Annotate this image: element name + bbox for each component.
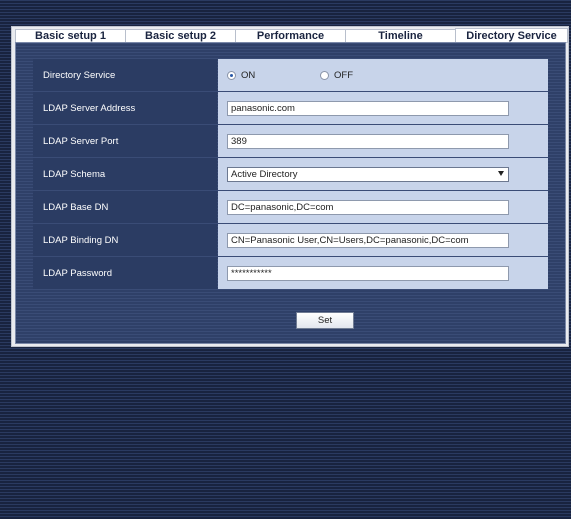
- radio-off-label: OFF: [334, 69, 353, 81]
- ldap-password-input[interactable]: ***********: [227, 265, 509, 281]
- ldap-schema-value: Active Directory: [218, 158, 548, 190]
- ldap-schema-select[interactable]: Active Directory: [227, 166, 509, 182]
- directory-service-row: Directory Service ON OFF: [33, 59, 548, 91]
- ldap-binding-dn-label: LDAP Binding DN: [33, 224, 217, 256]
- ldap-base-dn-value: DC=panasonic,DC=com: [218, 191, 548, 223]
- tab-bar: Basic setup 1 Basic setup 2 Performance …: [15, 28, 568, 43]
- ldap-server-port-input[interactable]: 389: [227, 133, 509, 149]
- ldap-server-address-value: panasonic.com: [218, 92, 548, 124]
- ldap-server-address-row: LDAP Server Address panasonic.com: [33, 92, 548, 124]
- ldap-server-address-label: LDAP Server Address: [33, 92, 217, 124]
- ldap-schema-label: LDAP Schema: [33, 158, 217, 190]
- ldap-binding-dn-row: LDAP Binding DN CN=Panasonic User,CN=Use…: [33, 224, 548, 256]
- ldap-password-value: ***********: [218, 257, 548, 289]
- ldap-password-label: LDAP Password: [33, 257, 217, 289]
- tab-timeline[interactable]: Timeline: [345, 29, 455, 43]
- radio-on-label: ON: [241, 69, 256, 81]
- ldap-schema-selected: Active Directory: [231, 168, 298, 180]
- set-button[interactable]: Set: [296, 312, 354, 329]
- tab-basic-setup-2[interactable]: Basic setup 2: [125, 29, 235, 43]
- ldap-server-port-value: 389: [218, 125, 548, 157]
- radio-on[interactable]: [227, 70, 236, 80]
- radio-off[interactable]: [320, 70, 329, 80]
- ldap-base-dn-input[interactable]: DC=panasonic,DC=com: [227, 199, 509, 215]
- ldap-base-dn-label: LDAP Base DN: [33, 191, 217, 223]
- ldap-server-port-row: LDAP Server Port 389: [33, 125, 548, 157]
- tab-performance[interactable]: Performance: [235, 29, 345, 43]
- directory-service-on-option[interactable]: ON: [227, 70, 320, 81]
- ldap-server-address-input[interactable]: panasonic.com: [227, 100, 509, 116]
- chevron-down-icon[interactable]: [498, 170, 504, 176]
- directory-service-label: Directory Service: [33, 59, 217, 91]
- directory-service-value: ON OFF: [218, 59, 548, 91]
- directory-service-radio-group: ON OFF: [227, 70, 353, 81]
- ldap-schema-row: LDAP Schema Active Directory: [33, 158, 548, 190]
- ldap-binding-dn-input[interactable]: CN=Panasonic User,CN=Users,DC=panasonic,…: [227, 232, 509, 248]
- tab-basic-setup-1[interactable]: Basic setup 1: [15, 29, 125, 43]
- directory-service-off-option[interactable]: OFF: [320, 70, 353, 81]
- ldap-password-row: LDAP Password ***********: [33, 257, 548, 289]
- ldap-base-dn-row: LDAP Base DN DC=panasonic,DC=com: [33, 191, 548, 223]
- tab-directory-service[interactable]: Directory Service: [455, 28, 568, 43]
- directory-service-form: Directory Service ON OFF LDAP Server Add…: [33, 59, 548, 290]
- ldap-server-port-label: LDAP Server Port: [33, 125, 217, 157]
- ldap-binding-dn-value: CN=Panasonic User,CN=Users,DC=panasonic,…: [218, 224, 548, 256]
